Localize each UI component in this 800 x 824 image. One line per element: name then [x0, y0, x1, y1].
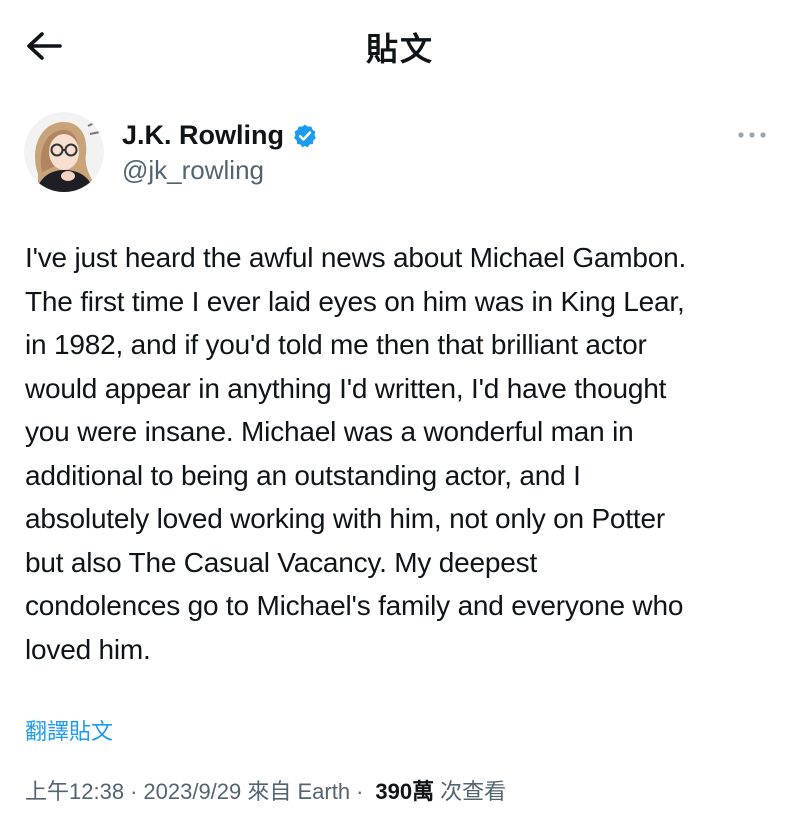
avatar[interactable]: [24, 112, 104, 192]
more-horizontal-icon: [738, 132, 766, 138]
page-title: 貼文: [365, 31, 434, 67]
author-photo: [24, 112, 104, 192]
meta-separator: ·: [356, 779, 364, 804]
author-name-row[interactable]: J.K. Rowling: [122, 120, 318, 151]
tweet-detail-screen: 貼文 J.K. Rowling @jk_rowling I've just he…: [0, 0, 800, 824]
views-count[interactable]: 390萬: [375, 774, 434, 806]
verified-badge-icon: [294, 124, 316, 147]
author-handle[interactable]: @jk_rowling: [122, 155, 264, 186]
translate-post-link[interactable]: 翻譯貼文: [25, 714, 113, 746]
author-name: J.K. Rowling: [122, 120, 284, 150]
views-label: 次查看: [440, 779, 507, 804]
top-bar: 貼文: [0, 0, 800, 92]
more-options-button[interactable]: [732, 120, 772, 150]
meta-separator: ·: [130, 779, 138, 804]
post-date-source[interactable]: 2023/9/29 來自 Earth: [143, 774, 350, 806]
post-time[interactable]: 上午12:38: [25, 774, 124, 806]
tweet-text: I've just heard the awful news about Mic…: [25, 242, 687, 665]
tweet-meta: 上午12:38 · 2023/9/29 來自 Earth · 390萬 次查看: [25, 774, 506, 806]
